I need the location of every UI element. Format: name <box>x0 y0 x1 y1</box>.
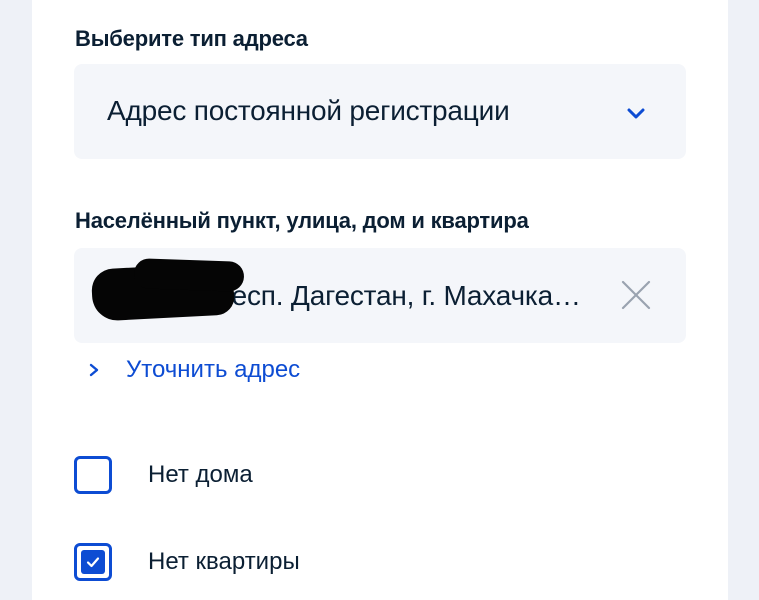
no-house-label: Нет дома <box>148 461 253 488</box>
no-flat-checkbox[interactable] <box>74 543 112 581</box>
redaction-mark-top <box>133 258 245 292</box>
chevron-down-icon[interactable] <box>624 102 648 126</box>
no-house-checkbox-row[interactable]: Нет дома <box>74 456 253 494</box>
no-flat-label: Нет квартиры <box>148 548 300 575</box>
checkmark-icon <box>86 557 100 568</box>
address-type-label: Выберите тип адреса <box>75 26 308 51</box>
address-type-select[interactable]: Адрес постоянной регистрации <box>74 64 686 159</box>
address-input[interactable]: 367010, Респ. Дагестан, г. Махачка… <box>74 248 686 343</box>
address-form-card: Выберите тип адреса Адрес постоянной рег… <box>32 0 728 600</box>
address-type-selected-value: Адрес постоянной регистрации <box>107 95 510 126</box>
checkbox-checked-fill <box>81 550 105 574</box>
chevron-right-icon <box>89 363 99 377</box>
refine-address-link[interactable]: Уточнить адрес <box>88 355 300 385</box>
no-house-checkbox[interactable] <box>74 456 112 494</box>
refine-address-label: Уточнить адрес <box>126 356 301 383</box>
no-flat-checkbox-row[interactable]: Нет квартиры <box>74 543 300 581</box>
address-field-label: Населённый пункт, улица, дом и квартира <box>75 208 529 233</box>
close-icon[interactable] <box>620 279 652 311</box>
